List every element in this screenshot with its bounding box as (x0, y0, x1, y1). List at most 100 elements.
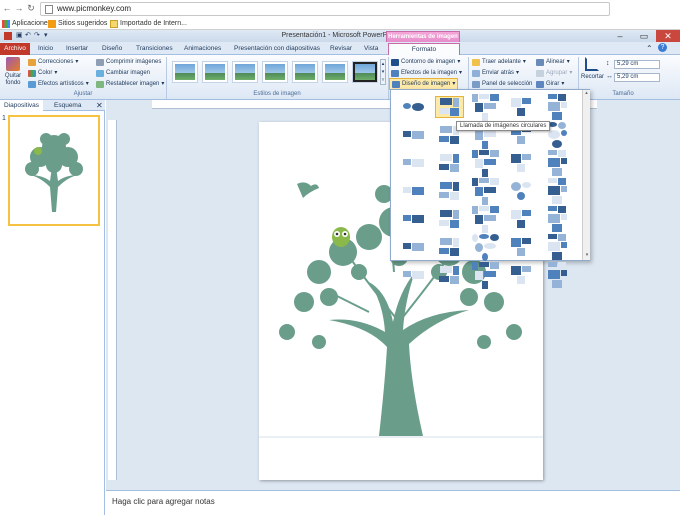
picture-layout-option[interactable] (471, 177, 499, 205)
help-icon[interactable]: ? (658, 43, 667, 52)
bookmark-suggested[interactable]: Sitios sugeridos (48, 19, 107, 29)
picture-layout-option[interactable] (508, 237, 535, 257)
tab-diseno[interactable]: Diseño (96, 43, 128, 55)
minimize-button[interactable]: – (608, 30, 632, 42)
maximize-button[interactable]: ▭ (632, 30, 656, 42)
picture-layout-option[interactable] (508, 97, 535, 117)
bookmark-apps[interactable]: Aplicaciones (2, 19, 51, 29)
picture-layout-option[interactable] (400, 237, 427, 257)
group-icon (536, 69, 544, 77)
picture-layout-option[interactable] (436, 237, 463, 257)
picture-layout-option[interactable] (471, 233, 499, 261)
tab-inicio[interactable]: Inicio (32, 43, 59, 55)
notes-pane[interactable]: Haga clic para agregar notas (106, 490, 680, 515)
picture-layout-option[interactable] (400, 265, 427, 285)
picture-layout-option[interactable] (400, 125, 427, 145)
picture-layout-label: Diseño de imagen (402, 81, 451, 87)
scroll-down-icon[interactable]: ▾ (583, 252, 591, 258)
picture-style-1[interactable] (172, 61, 198, 83)
tab-archivo[interactable]: Archivo (0, 43, 30, 55)
picture-layout-option[interactable] (508, 209, 535, 229)
slide-thumbnail[interactable] (8, 115, 100, 226)
picture-layout-option[interactable] (544, 150, 571, 176)
picture-layout-option[interactable] (471, 93, 499, 121)
reload-icon[interactable]: ↻ (26, 3, 36, 13)
picture-layout-option[interactable] (400, 153, 427, 173)
picture-layout-option[interactable] (544, 206, 571, 232)
align-button[interactable]: Alinear ▾ (536, 57, 570, 67)
send-backward-button[interactable]: Enviar atrás ▾ (472, 68, 519, 78)
bookmark-imported[interactable]: Importado de Intern... (110, 19, 187, 29)
tab-slides[interactable]: Diapositivas (0, 100, 44, 111)
picture-style-3[interactable] (232, 61, 258, 83)
group-label-tamano: Tamaño (612, 91, 634, 97)
picture-layout-option[interactable] (434, 96, 464, 118)
tab-presentacion[interactable]: Presentación con diapositivas (228, 43, 326, 55)
tab-insertar[interactable]: Insertar (60, 43, 94, 55)
rotate-button[interactable]: Girar ▾ (536, 79, 564, 89)
picture-layout-option[interactable] (544, 262, 571, 288)
back-icon[interactable]: ← (2, 3, 12, 13)
align-icon (536, 58, 544, 66)
picture-layout-option[interactable] (544, 94, 571, 120)
picture-layout-option[interactable] (471, 261, 499, 289)
height-input[interactable]: 5,29 cm (614, 60, 660, 69)
picture-layout-option[interactable] (436, 209, 463, 229)
height-icon: ↕ (606, 60, 610, 67)
align-label: Alinear (546, 59, 565, 65)
color-button[interactable]: Color ▾ (28, 68, 57, 78)
bring-forward-button[interactable]: Traer adelante ▾ (472, 57, 526, 67)
remove-background-button[interactable]: Quitar fondo (2, 57, 24, 89)
picture-layout-option[interactable] (508, 265, 535, 285)
tab-animaciones[interactable]: Animaciones (178, 43, 227, 55)
picture-effects-icon (391, 69, 399, 77)
picture-border-button[interactable]: Contorno de imagen ▾ (391, 57, 460, 67)
corrections-button[interactable]: Correcciones ▾ (28, 57, 78, 67)
tab-outline[interactable]: Esquema (50, 100, 85, 111)
artistic-effects-button[interactable]: Efectos artísticos ▾ (28, 79, 89, 89)
group-button[interactable]: Agrupar ▾ (536, 68, 572, 78)
reset-image-button[interactable]: Restablecer imagen ▾ (96, 79, 164, 89)
picture-layout-option[interactable] (436, 181, 463, 201)
reset-image-icon (96, 80, 104, 88)
tab-revisar[interactable]: Revisar (324, 43, 358, 55)
picture-effects-button[interactable]: Efectos de la imagen ▾ (391, 68, 462, 78)
collapse-ribbon-icon[interactable]: ⌃ (646, 44, 653, 53)
picture-layout-option[interactable] (544, 234, 571, 260)
picture-layout-option[interactable] (400, 181, 427, 201)
picture-layout-option[interactable] (400, 97, 427, 117)
styles-scroll[interactable]: ▴ ▾ ▿ (380, 59, 386, 85)
group-label-estilos: Estilos de imagen (253, 91, 301, 97)
picture-style-7[interactable] (352, 61, 378, 83)
width-input[interactable]: 5,29 cm (614, 73, 660, 82)
gallery-scrollbar[interactable]: ▴ ▾ (582, 90, 590, 260)
width-icon: ↔ (606, 73, 613, 80)
tab-transiciones[interactable]: Transiciones (130, 43, 179, 55)
picture-layout-option[interactable] (400, 209, 427, 229)
forward-icon[interactable]: → (14, 3, 24, 13)
compress-images-button[interactable]: Comprimir imágenes (96, 57, 161, 67)
address-bar[interactable]: www.picmonkey.com (40, 2, 610, 16)
picture-layout-option[interactable] (436, 153, 463, 173)
picture-layout-option[interactable] (436, 265, 463, 285)
slide-number: 1 (2, 115, 6, 122)
tab-vista[interactable]: Vista (358, 43, 384, 55)
picture-style-6[interactable] (322, 61, 348, 83)
picture-style-2[interactable] (202, 61, 228, 83)
crop-button[interactable]: Recortar (581, 57, 604, 87)
close-button[interactable]: ✕ (656, 30, 680, 42)
picture-layout-option[interactable] (508, 153, 535, 173)
picture-layout-option[interactable] (471, 205, 499, 233)
picture-layout-option[interactable] (544, 178, 571, 204)
picture-layout-option[interactable] (508, 181, 535, 201)
picture-style-5[interactable] (292, 61, 318, 83)
selection-pane-button[interactable]: Panel de selección (472, 79, 532, 89)
picture-layout-option[interactable] (471, 149, 499, 177)
corrections-label: Correcciones (38, 59, 74, 65)
picture-style-4[interactable] (262, 61, 288, 83)
picture-border-label: Contorno de imagen (401, 59, 456, 65)
change-image-label: Cambiar imagen (106, 70, 151, 76)
change-image-button[interactable]: Cambiar imagen (96, 68, 150, 78)
close-panel-icon[interactable]: ✕ (96, 101, 103, 110)
scroll-up-icon[interactable]: ▴ (583, 90, 590, 96)
